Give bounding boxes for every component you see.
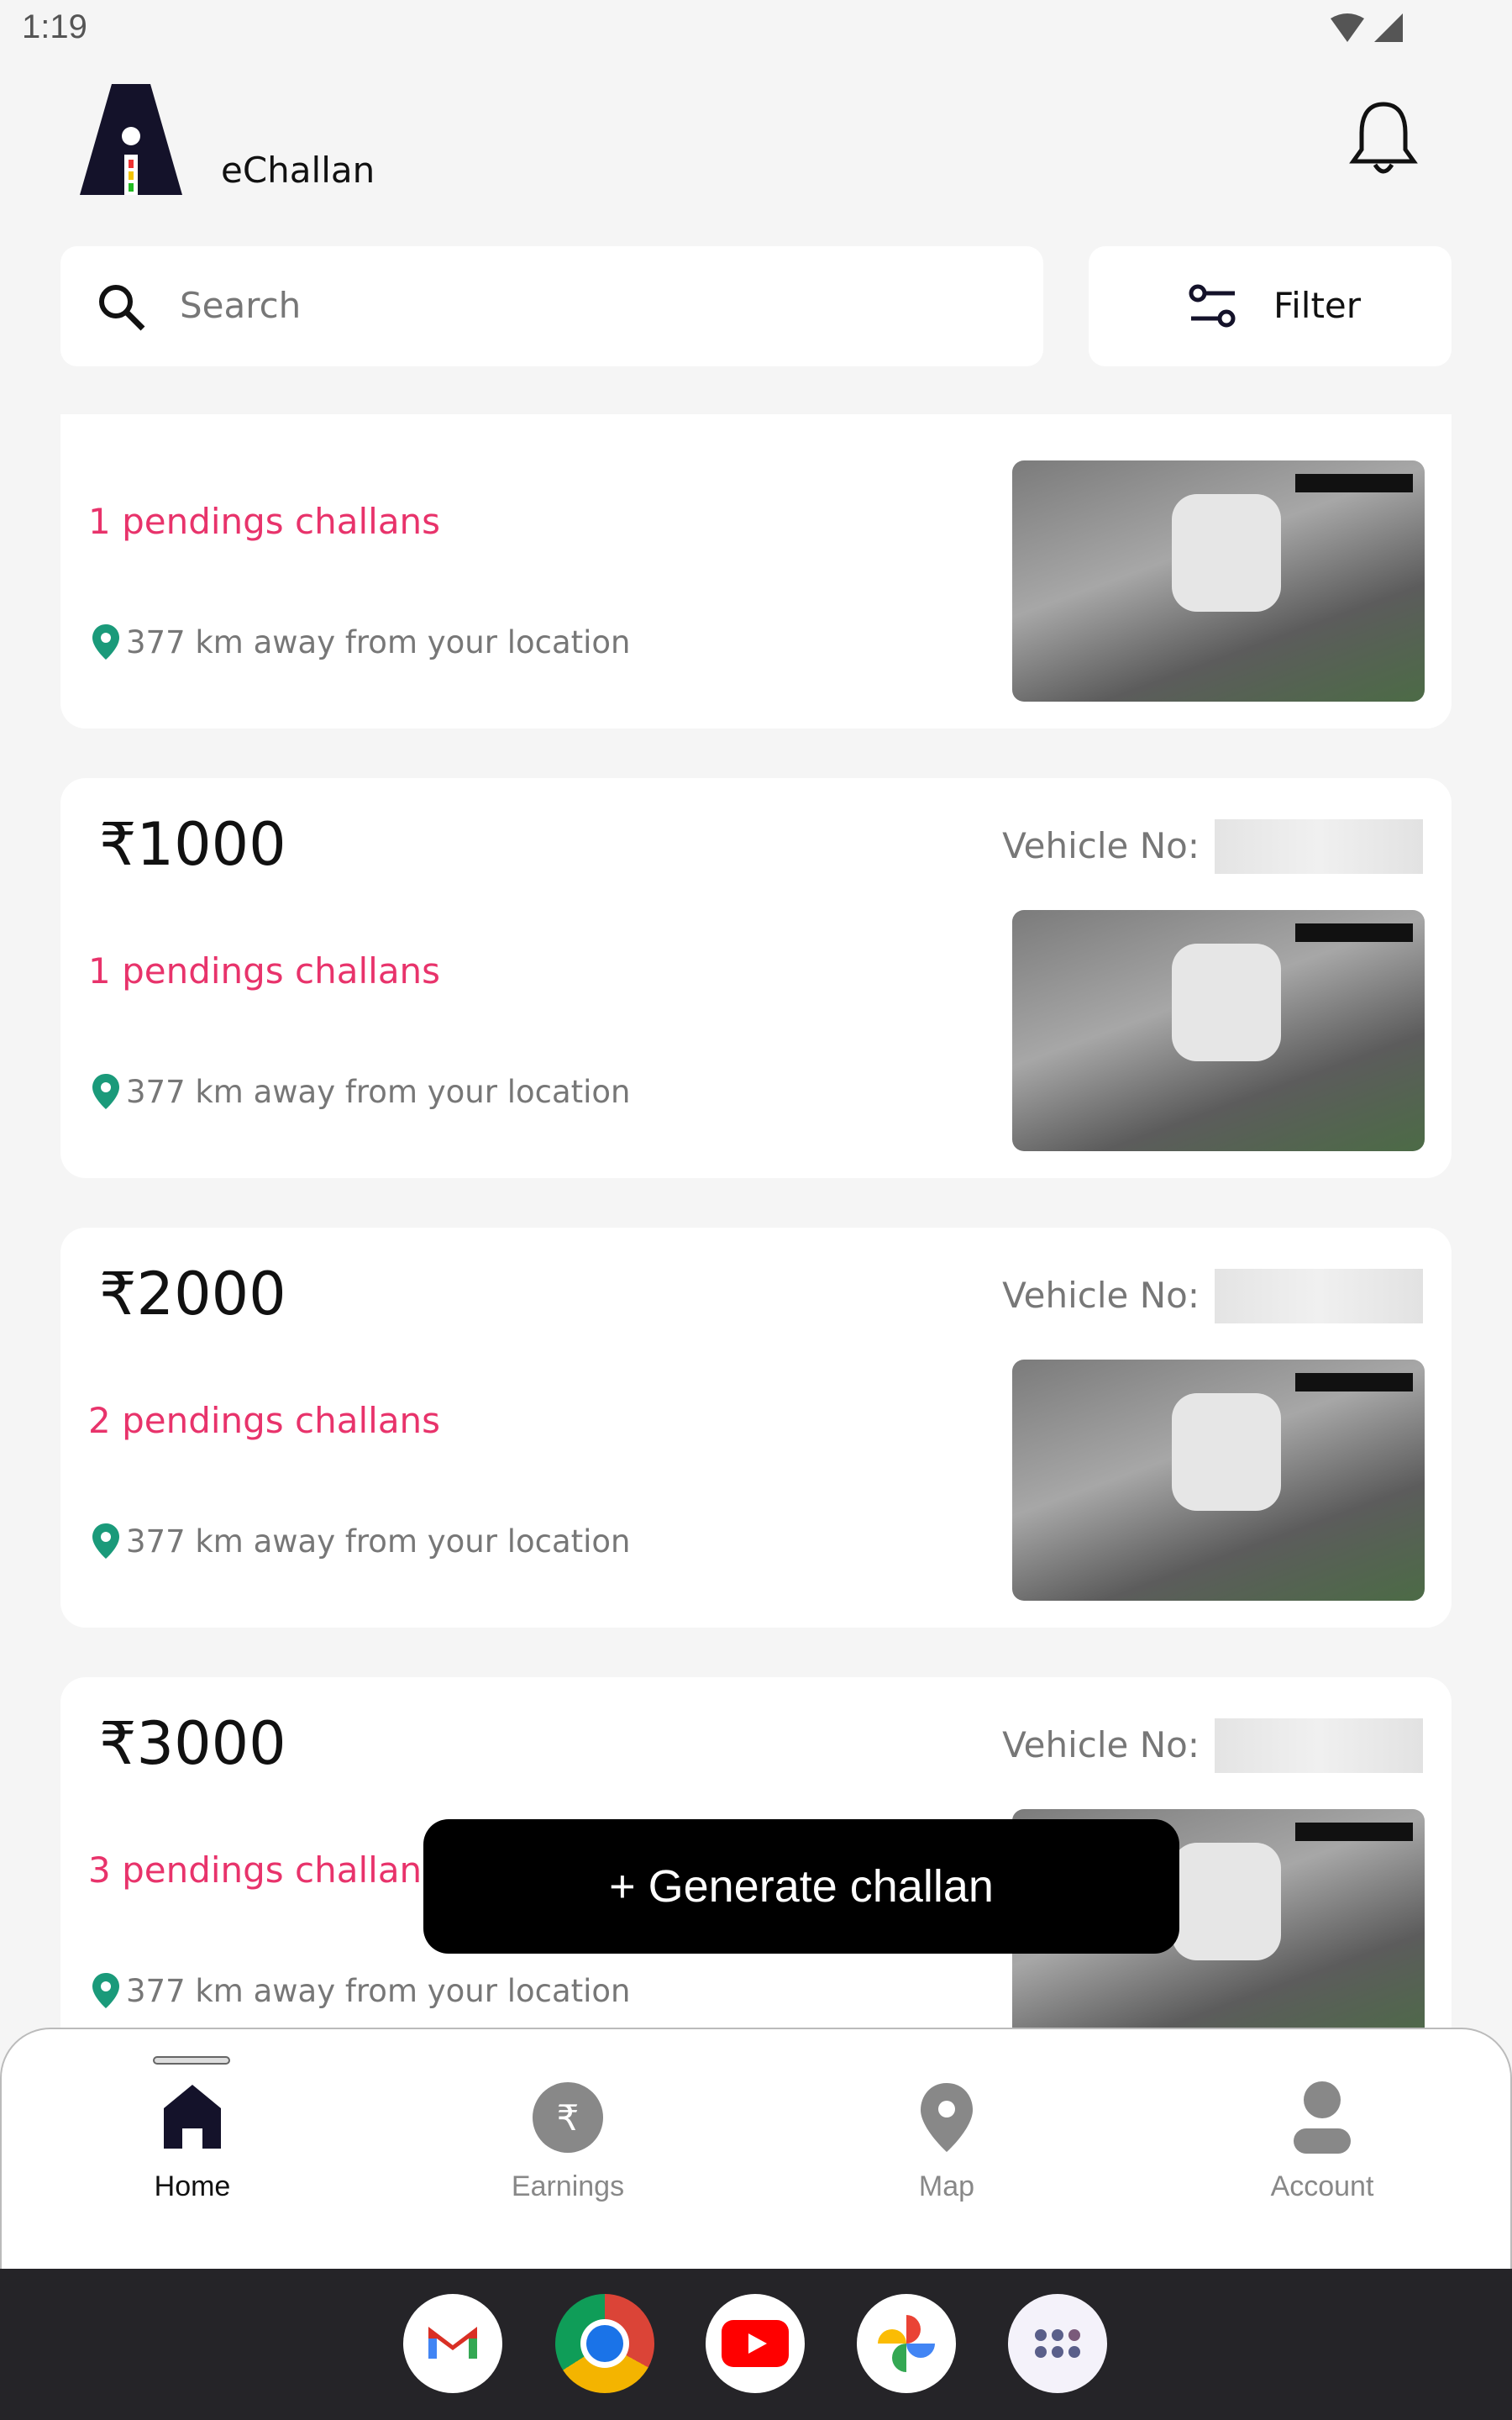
filter-label: Filter [1273, 285, 1362, 326]
vehicle-no-label: Vehicle No: [1002, 825, 1200, 866]
pending-challans: 1 pendings challans [88, 501, 441, 542]
active-indicator [153, 2056, 230, 2065]
location-pin-icon [92, 1523, 119, 1559]
distance-text: 377 km away from your location [126, 623, 631, 660]
violation-photo[interactable] [1012, 460, 1425, 702]
nav-home[interactable]: Home [92, 2080, 293, 2203]
violation-photo[interactable] [1012, 1360, 1425, 1601]
system-dock [0, 2269, 1512, 2420]
distance-row: 377 km away from your location [91, 623, 631, 661]
vehicle-number-redacted [1215, 1269, 1423, 1323]
vehicle-no-label: Vehicle No: [1002, 1724, 1200, 1765]
challan-list[interactable]: 1 pendings challans 377 km away from your… [0, 414, 1512, 2028]
challan-amount: ₹2000 [99, 1260, 286, 1328]
challan-card[interactable]: ₹1000 Vehicle No: 1 pendings challans 377 k… [60, 778, 1452, 1178]
status-icons [1327, 12, 1411, 49]
account-icon [1294, 2081, 1351, 2154]
distance-row: 377 km away from your location [91, 1522, 631, 1560]
home-icon [164, 2085, 221, 2149]
photo-car [1172, 944, 1281, 1061]
map-pin-icon [921, 2083, 973, 2152]
gmail-icon[interactable] [403, 2294, 502, 2393]
distance-text: 377 km away from your location [126, 1073, 631, 1110]
photo-car [1172, 1393, 1281, 1511]
photo-timestamp [1295, 923, 1413, 942]
bell-icon[interactable] [1348, 99, 1419, 183]
photos-icon[interactable] [857, 2294, 956, 2393]
location-pin-icon [92, 624, 119, 660]
app-logo [80, 84, 182, 195]
vehicle-number-redacted [1215, 1718, 1423, 1773]
nav-account[interactable]: Account [1221, 2080, 1423, 2203]
filter-button[interactable]: Filter [1089, 246, 1452, 366]
vehicle-no-label: Vehicle No: [1002, 1275, 1200, 1316]
distance-row: 377 km away from your location [91, 1971, 631, 2010]
youtube-icon[interactable] [706, 2294, 805, 2393]
distance-text: 377 km away from your location [126, 1523, 631, 1560]
bottom-nav: Home ₹ Earnings Map Account [0, 2028, 1512, 2269]
search-placeholder: Search [180, 285, 302, 326]
location-pin-icon [92, 1973, 119, 2008]
photo-timestamp [1295, 1823, 1413, 1841]
app-drawer-icon[interactable] [1008, 2294, 1107, 2393]
pending-challans: 1 pendings challans [88, 950, 441, 992]
chrome-icon[interactable] [555, 2294, 654, 2393]
svg-text:₹: ₹ [557, 2097, 580, 2139]
photo-car [1172, 1843, 1281, 1960]
challan-card[interactable]: ₹2000 Vehicle No: 2 pendings challans 377 k… [60, 1228, 1452, 1628]
filter-icon [1189, 284, 1236, 328]
nav-label: Home [154, 2170, 231, 2202]
generate-challan-button[interactable]: + Generate challan [423, 1819, 1179, 1954]
distance-text: 377 km away from your location [126, 1972, 631, 2009]
search-input[interactable]: Search [60, 246, 1043, 366]
wifi-signal-icon [1331, 13, 1403, 42]
photo-car [1172, 494, 1281, 612]
violation-photo[interactable] [1012, 910, 1425, 1151]
nav-label: Map [918, 2170, 975, 2202]
vehicle-number-redacted [1215, 819, 1423, 874]
photo-timestamp [1295, 1373, 1413, 1392]
nav-map[interactable]: Map [846, 2080, 1047, 2203]
rupee-icon: ₹ [533, 2082, 603, 2153]
distance-row: 377 km away from your location [91, 1072, 631, 1111]
pending-challans: 3 pendings challans [88, 1849, 441, 1891]
nav-earnings[interactable]: ₹ Earnings [467, 2080, 669, 2203]
challan-card[interactable]: 1 pendings challans 377 km away from your… [60, 414, 1452, 729]
search-icon [99, 285, 145, 331]
location-pin-icon [92, 1074, 119, 1109]
app-title: eChallan [221, 150, 375, 191]
pending-challans: 2 pendings challans [88, 1400, 441, 1441]
challan-amount: ₹3000 [99, 1709, 286, 1778]
challan-amount: ₹1000 [99, 810, 286, 879]
status-time: 1:19 [22, 8, 87, 45]
nav-label: Account [1270, 2170, 1374, 2202]
nav-label: Earnings [511, 2170, 625, 2202]
photo-timestamp [1295, 474, 1413, 492]
